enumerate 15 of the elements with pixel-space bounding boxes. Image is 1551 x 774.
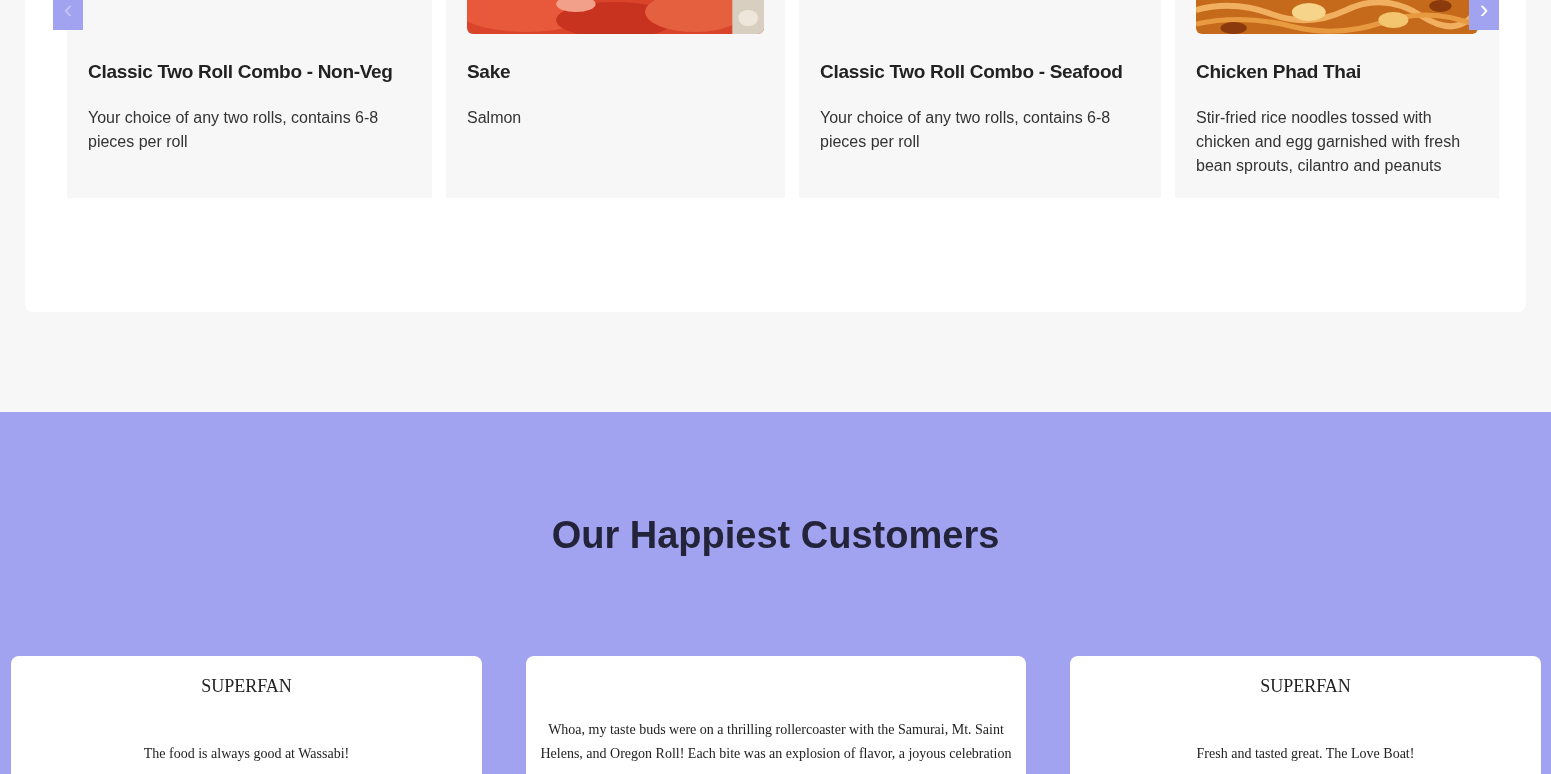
dish-name: Chicken Phad Thai xyxy=(1196,60,1361,84)
dish-description: Your choice of any two rolls, contains 6-8 pieces per roll xyxy=(88,108,380,152)
next-button[interactable]: › xyxy=(1469,0,1499,30)
section-heading: Our Happiest Customers xyxy=(551,513,1000,558)
dish-name: Classic Two Roll Combo - Non-Veg xyxy=(88,60,393,84)
testimonial-quote: The food is always good at Wassabi! xyxy=(143,745,350,763)
dish-description: Stir-fried rice noodles tossed with chicken and egg garnished with fresh bean sprouts, cilantro and peanuts xyxy=(1196,108,1462,176)
testimonial-quote: Fresh and tasted great. The Love Boat! xyxy=(1196,745,1415,763)
testimonial-title: SUPERFAN xyxy=(1260,675,1351,698)
dish-name: Classic Two Roll Combo - Seafood xyxy=(820,60,1123,84)
dish-description: Your choice of any two rolls, contains 6-8 pieces per roll xyxy=(820,108,1112,152)
testimonial-title: SUPERFAN xyxy=(201,675,292,698)
dish-name: Sake xyxy=(467,60,511,84)
testimonial-quote: Whoa, my taste buds were on a thrilling rollercoaster with the Samurai, Mt. Saint Helens, and Oregon Roll! Each bite was an explosion of flavor, a joyous celebration xyxy=(540,721,1012,763)
dish-description: Salmon xyxy=(467,108,523,128)
